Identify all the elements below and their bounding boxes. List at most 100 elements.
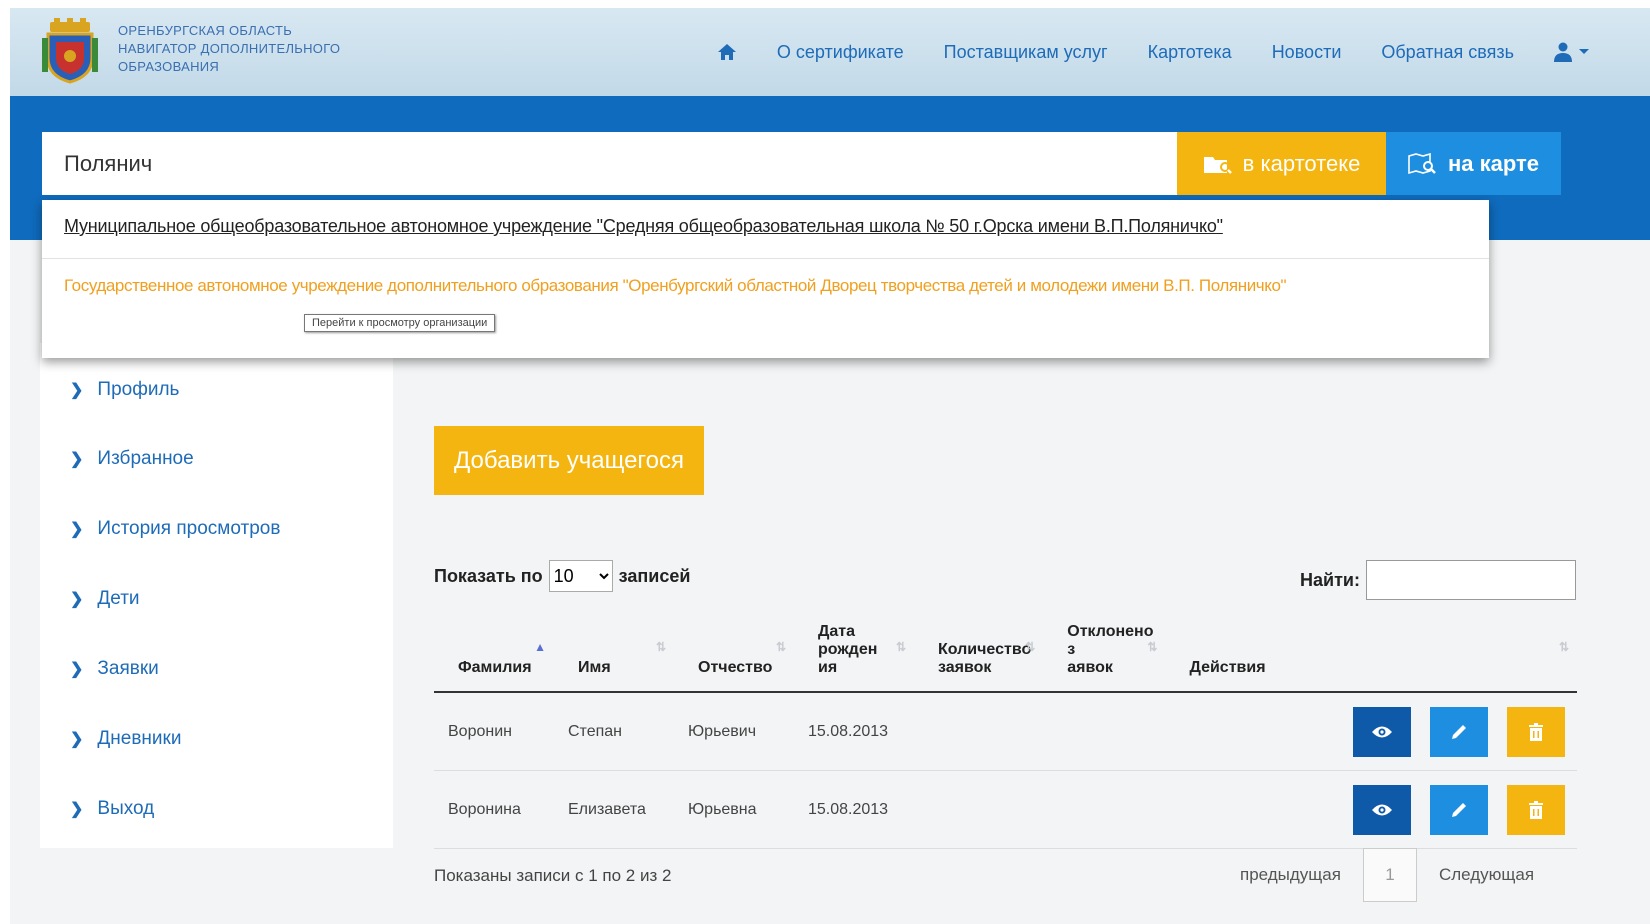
add-student-button[interactable]: Добавить учащегося [434,426,704,495]
nav-providers[interactable]: Поставщикам услуг [944,42,1108,63]
column-label: Отклонено з [1067,623,1154,658]
map-search-icon [1408,152,1436,174]
suggestion-item[interactable]: Муниципальное общеобразовательное автоно… [64,216,1223,237]
cell-rejected-count [1043,770,1166,849]
column-name[interactable]: Имя ⇅ [554,618,674,693]
search-on-map-label: на карте [1447,150,1540,176]
edit-button[interactable] [1430,784,1488,835]
sidebar-item-label: Заявки [97,658,159,679]
sidebar-item-diaries[interactable]: ❯ Дневники [70,728,181,750]
column-patronymic[interactable]: Отчество ⇅ [674,618,794,693]
column-label: Дата рожден [818,623,878,658]
page-number-button[interactable]: 1 [1362,848,1417,902]
search-in-catalog-button[interactable]: в картотеке [1177,132,1386,195]
page-length-select[interactable]: 10 [548,560,613,592]
brand-line: Оренбургская область [118,23,293,38]
column-label: Количество [938,641,1032,658]
trash-icon [1529,800,1543,819]
view-button[interactable] [1353,706,1411,757]
cell-rejected-count [1043,692,1166,771]
chevron-right-icon: ❯ [70,382,84,399]
column-actions[interactable]: Действия ⇅ [1165,618,1577,693]
eye-icon [1372,804,1392,815]
prev-page-button[interactable]: предыдущая [1240,865,1341,885]
column-label: Имя [578,659,611,676]
cell-surname: Воронина [434,770,554,849]
column-label: аявок [1067,659,1113,676]
home-icon[interactable] [717,43,737,61]
pagination: предыдущая 1 Следующая [1240,848,1534,902]
cell-surname: Воронин [434,692,554,771]
find-label: Найти: [1300,570,1360,590]
cell-name: Елизавета [554,770,674,849]
delete-button[interactable] [1507,784,1565,835]
sidebar-item-label: Дневники [97,728,182,749]
table-search-input[interactable] [1366,560,1576,600]
sidebar-item-logout[interactable]: ❯ Выход [70,798,154,820]
suggestion-tooltip: Перейти к просмотру организации [304,314,496,332]
pencil-icon [1452,724,1466,739]
sidebar-item-label: Дети [97,588,140,609]
caret-down-icon [1579,49,1589,54]
cell-actions [1165,770,1577,849]
sidebar-item-favorites[interactable]: ❯ Избранное [70,448,194,470]
chevron-right-icon: ❯ [70,451,84,468]
column-birth-date[interactable]: Дата рожден ия ⇅ [794,618,914,693]
nav-feedback[interactable]: Обратная связь [1381,42,1514,63]
brand-line: образования [118,59,220,74]
search-in-catalog-label: в картотеке [1242,150,1361,176]
next-page-button[interactable]: Следующая [1439,865,1534,885]
suggestion-item-highlighted[interactable]: Государственное автономное учреждение до… [64,276,1287,296]
brand-title[interactable]: Оренбургская область Навигатор дополните… [118,22,340,76]
brand-line: Навигатор дополнительного [118,41,341,56]
top-nav: О сертификате Поставщикам услуг Картотек… [717,8,1590,96]
cell-patronymic: Юрьевич [674,692,794,771]
search-input[interactable] [42,132,1177,195]
search-suggestions: Муниципальное общеобразовательное автоно… [42,200,1489,358]
suggestion-divider [42,258,1489,259]
row-actions [1179,784,1565,835]
cell-applications-count [914,770,1044,849]
sort-icon: ⇅ [1558,640,1569,654]
view-button[interactable] [1353,784,1411,835]
cell-birth-date: 15.08.2013 [794,692,914,771]
header: Оренбургская область Навигатор дополните… [10,8,1650,96]
show-suffix-label: записей [618,565,691,586]
column-applications-count[interactable]: Количество заявок ⇅ [914,618,1044,693]
chevron-right-icon: ❯ [70,661,84,678]
sort-icon: ⇅ [1147,640,1158,654]
column-rejected-count[interactable]: Отклонено з аявок ⇅ [1043,618,1166,693]
table-info: Показаны записи с 1 по 2 из 2 [434,866,672,885]
column-surname[interactable]: Фамилия ▲ [434,618,554,693]
chevron-right-icon: ❯ [70,731,84,748]
column-label: Действия [1189,659,1266,676]
column-label: ия [818,659,838,676]
nav-catalog[interactable]: Картотека [1148,42,1232,63]
column-label: Отчество [698,659,773,676]
chevron-right-icon: ❯ [70,801,84,818]
cell-birth-date: 15.08.2013 [794,770,914,849]
pencil-icon [1452,802,1466,817]
column-label: Фамилия [458,659,532,676]
edit-button[interactable] [1430,706,1488,757]
sort-icon: ⇅ [655,640,666,654]
nav-news[interactable]: Новости [1272,42,1342,63]
page: Оренбургская область Навигатор дополните… [10,8,1650,924]
cell-applications-count [914,692,1044,771]
search-on-map-button[interactable]: на карте [1386,132,1561,195]
folder-search-icon [1203,156,1232,174]
table-row: Воронин Степан Юрьевич 15.08.2013 [434,692,1577,771]
delete-button[interactable] [1507,706,1565,757]
sidebar-item-children[interactable]: ❯ Дети [70,588,140,610]
sidebar-item-history[interactable]: ❯ История просмотров [70,518,280,540]
sidebar-item-label: Профиль [97,379,180,400]
sort-asc-icon: ▲ [534,640,546,654]
sidebar-item-applications[interactable]: ❯ Заявки [70,658,159,680]
sidebar-item-profile[interactable]: ❯ Профиль [70,379,179,401]
user-menu[interactable] [1554,42,1590,62]
cell-patronymic: Юрьевна [674,770,794,849]
coat-of-arms-logo[interactable] [42,18,98,84]
nav-about-certificate[interactable]: О сертификате [777,42,904,63]
chevron-right-icon: ❯ [70,521,84,538]
row-actions [1179,706,1565,757]
